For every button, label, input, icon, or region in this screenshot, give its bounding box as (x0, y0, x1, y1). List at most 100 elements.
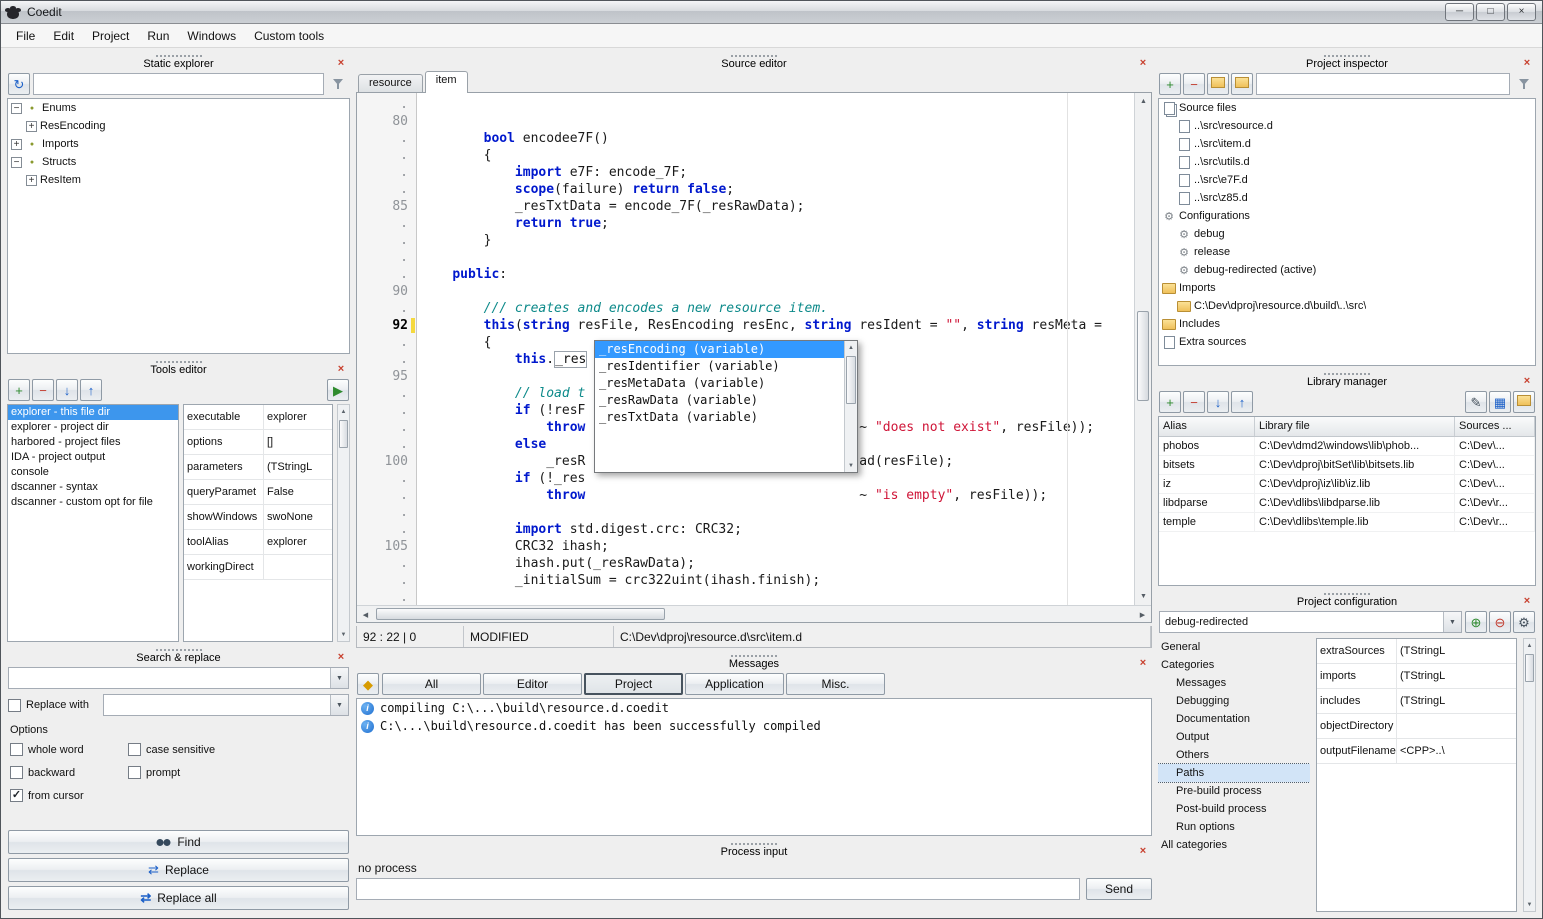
code-line[interactable]: _resTxtData = encode_7F(_resRawData); (421, 198, 1134, 215)
checkbox-from-cursor[interactable]: ✓from cursor (10, 789, 128, 802)
remove-configuration-button[interactable]: ⊖ (1489, 611, 1511, 633)
tree-item-paths[interactable]: Paths (1158, 764, 1310, 782)
configuration-scrollbar[interactable]: ▲ ▼ (1523, 638, 1536, 912)
tool-item-harbored-project-files[interactable]: harbored - project files (8, 435, 178, 450)
checkbox-backward[interactable]: backward (10, 766, 128, 779)
scrollbar-thumb[interactable] (376, 608, 665, 620)
property-row-outputfilename[interactable]: outputFilename<CPP>..\ (1317, 739, 1516, 764)
move-library-down-button[interactable]: ↓ (1207, 391, 1229, 413)
close-panel-icon[interactable]: × (1137, 57, 1149, 69)
property-row-parameters[interactable]: parameters(TStringL (184, 455, 332, 480)
property-value[interactable]: <CPP>..\ (1397, 745, 1516, 757)
completion-item[interactable]: _resEncoding (variable) (595, 341, 844, 358)
tree-item-c-dev-dproj-resource-d-build-src[interactable]: C:\Dev\dproj\resource.d\build\..\src\ (1159, 297, 1535, 315)
tree-item-run-options[interactable]: Run options (1158, 818, 1310, 836)
menu-edit[interactable]: Edit (44, 25, 83, 47)
tree-item-resencoding[interactable]: +ResEncoding (8, 117, 349, 135)
tree-item-debugging[interactable]: Debugging (1158, 692, 1310, 710)
library-row-phobos[interactable]: phobosC:\Dev\dmd2\windows\lib\phob...C:\… (1159, 437, 1535, 456)
property-value[interactable]: False (264, 486, 332, 498)
tree-item-imports[interactable]: +●Imports (8, 135, 349, 153)
code-line[interactable] (421, 589, 1134, 605)
close-panel-icon[interactable]: × (1137, 845, 1149, 857)
move-tool-down-button[interactable]: ↓ (56, 379, 78, 401)
close-button[interactable]: × (1507, 3, 1536, 21)
column-header-sources[interactable]: Sources ... (1455, 417, 1535, 436)
tab-item[interactable]: item (425, 71, 468, 93)
library-row-bitsets[interactable]: bitsetsC:\Dev\dproj\bitSet\lib\bitsets.l… (1159, 456, 1535, 475)
code-line[interactable] (421, 283, 1134, 300)
menu-file[interactable]: File (7, 25, 44, 47)
tree-item-src-z85-d[interactable]: ..\src\z85.d (1159, 189, 1535, 207)
property-value[interactable]: (TStringL (1397, 670, 1516, 682)
tree-item-others[interactable]: Others (1158, 746, 1310, 764)
replace-button[interactable]: Replace (8, 858, 349, 882)
tree-item-documentation[interactable]: Documentation (1158, 710, 1310, 728)
message-tag-button[interactable]: ◆ (357, 673, 379, 695)
scroll-track[interactable] (374, 606, 1134, 622)
completion-scrollbar[interactable]: ▲ ▼ (844, 341, 857, 472)
expander-icon[interactable]: + (26, 121, 37, 132)
expander-icon[interactable]: + (26, 175, 37, 186)
scroll-down-icon[interactable]: ▼ (338, 628, 349, 641)
add-tool-button[interactable]: + (8, 379, 30, 401)
property-row-showwindows[interactable]: showWindowsswoNone (184, 505, 332, 530)
code-line[interactable]: import std.digest.crc: CRC32; (421, 521, 1134, 538)
checkbox-whole-word[interactable]: whole word (10, 743, 128, 756)
tree-item-categories[interactable]: Categories (1158, 656, 1310, 674)
tree-item-general[interactable]: General (1158, 638, 1310, 656)
scrollbar-thumb[interactable] (846, 356, 856, 404)
scroll-up-icon[interactable]: ▲ (338, 405, 349, 418)
search-term-combo[interactable]: ▼ (8, 667, 349, 689)
menu-windows[interactable]: Windows (178, 25, 245, 47)
scrollbar-thumb[interactable] (1525, 654, 1534, 682)
code-line[interactable]: public: (421, 266, 1134, 283)
scroll-track[interactable] (338, 418, 349, 628)
symbol-filter-input[interactable] (33, 73, 324, 95)
tree-item-extra-sources[interactable]: Extra sources (1159, 333, 1535, 351)
tree-item-src-e7f-d[interactable]: ..\src\e7F.d (1159, 171, 1535, 189)
filter-button[interactable] (1513, 73, 1535, 95)
tree-item-resitem[interactable]: +ResItem (8, 171, 349, 189)
dock-grip-icon[interactable] (1324, 373, 1370, 375)
tree-item-all-categories[interactable]: All categories (1158, 836, 1310, 854)
close-panel-icon[interactable]: × (1137, 657, 1149, 669)
scroll-left-icon[interactable]: ◀ (357, 606, 374, 623)
message-item[interactable]: icompiling C:\...\build\resource.d.coedi… (357, 699, 1151, 717)
editor-vertical-scrollbar[interactable]: ▲ ▼ (1134, 93, 1151, 605)
expander-icon[interactable]: − (11, 157, 22, 168)
filter-project[interactable]: Project (584, 673, 683, 695)
editor-horizontal-scrollbar[interactable]: ◀ ▶ (357, 605, 1151, 622)
library-from-project-button[interactable]: ▦ (1489, 391, 1511, 413)
scroll-up-icon[interactable]: ▲ (845, 341, 857, 354)
add-file-button[interactable]: + (1159, 73, 1181, 95)
tree-item-debug-redirected-active[interactable]: ⚙debug-redirected (active) (1159, 261, 1535, 279)
expander-icon[interactable]: + (11, 139, 22, 150)
menu-custom-tools[interactable]: Custom tools (245, 25, 333, 47)
tree-item-release[interactable]: ⚙release (1159, 243, 1535, 261)
filter-editor[interactable]: Editor (483, 673, 582, 695)
send-button[interactable]: Send (1086, 878, 1152, 900)
close-panel-icon[interactable]: × (335, 651, 347, 663)
dock-grip-icon[interactable] (156, 361, 202, 363)
tab-resource[interactable]: resource (358, 74, 423, 93)
tree-item-src-item-d[interactable]: ..\src\item.d (1159, 135, 1535, 153)
dock-grip-icon[interactable] (1324, 55, 1370, 57)
tree-item-debug[interactable]: ⚙debug (1159, 225, 1535, 243)
scroll-track[interactable] (1524, 652, 1535, 898)
scroll-down-icon[interactable]: ▼ (1524, 898, 1535, 911)
tree-item-structs[interactable]: −●Structs (8, 153, 349, 171)
scroll-down-icon[interactable]: ▼ (1135, 588, 1152, 605)
property-row-extrasources[interactable]: extraSources(TStringL (1317, 639, 1516, 664)
panel-header[interactable]: Messages × (356, 654, 1152, 671)
panel-header[interactable]: Tools editor × (7, 360, 350, 377)
code-line[interactable]: throw ~ "is empty", resFile)); (421, 487, 1134, 504)
add-folder-button[interactable] (1207, 73, 1229, 95)
dock-grip-icon[interactable] (1324, 593, 1370, 595)
scrollbar-thumb[interactable] (339, 420, 348, 448)
panel-header[interactable]: Search & replace × (7, 648, 350, 665)
dock-grip-icon[interactable] (731, 843, 777, 845)
property-value[interactable]: explorer (264, 411, 332, 423)
filter-application[interactable]: Application (685, 673, 784, 695)
tree-item-messages[interactable]: Messages (1158, 674, 1310, 692)
